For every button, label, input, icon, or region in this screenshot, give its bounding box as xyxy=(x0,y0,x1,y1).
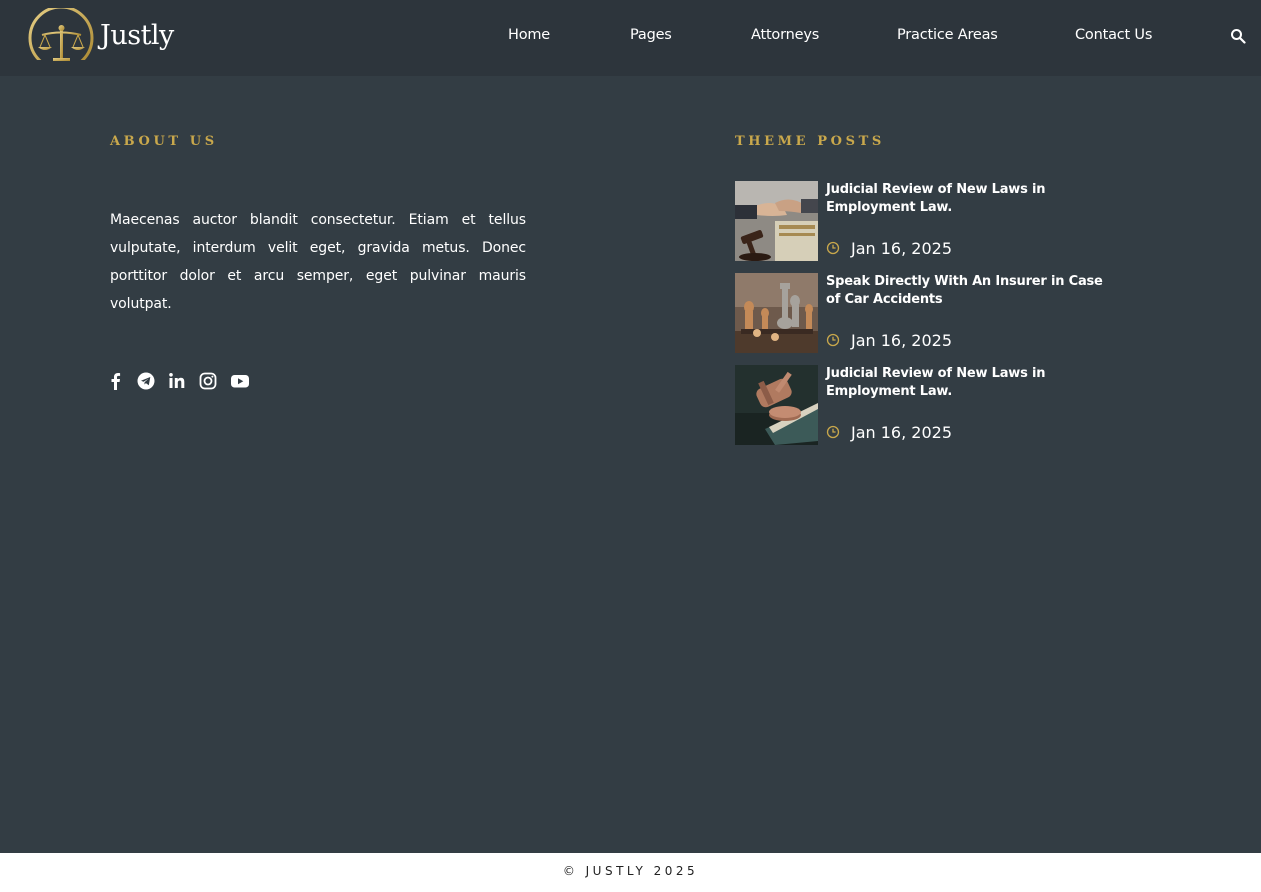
post-title[interactable]: Judicial Review of New Laws in Employmen… xyxy=(826,181,1116,217)
telegram-icon[interactable] xyxy=(136,371,156,391)
post-date: Jan 16, 2025 xyxy=(851,239,952,258)
facebook-icon[interactable] xyxy=(106,371,126,391)
clock-icon xyxy=(826,241,840,255)
nav-home[interactable]: Home xyxy=(508,27,550,43)
post-date: Jan 16, 2025 xyxy=(851,423,952,442)
about-heading: ABOUT US xyxy=(110,134,218,149)
linkedin-icon[interactable] xyxy=(167,371,187,391)
post-date: Jan 16, 2025 xyxy=(851,331,952,350)
instagram-icon[interactable] xyxy=(198,371,218,391)
post-title[interactable]: Judicial Review of New Laws in Employmen… xyxy=(826,365,1116,401)
footer-bar: © JUSTLY 2025 xyxy=(0,853,1261,892)
site-header: Justly Home Pages Attorneys Practice Are… xyxy=(0,0,1261,76)
posts-heading: THEME POSTS xyxy=(735,134,885,149)
copyright-text: © JUSTLY 2025 xyxy=(562,864,699,878)
post-title[interactable]: Speak Directly With An Insurer in Case o… xyxy=(826,273,1116,309)
post-item[interactable]: Judicial Review of New Laws in Employmen… xyxy=(735,181,1115,261)
site-logo[interactable]: Justly xyxy=(28,8,178,66)
post-item[interactable]: Judicial Review of New Laws in Employmen… xyxy=(735,365,1115,445)
nav-practice-areas[interactable]: Practice Areas xyxy=(897,27,998,43)
post-item[interactable]: Speak Directly With An Insurer in Case o… xyxy=(735,273,1115,353)
nav-attorneys[interactable]: Attorneys xyxy=(751,27,819,43)
brand-name: Justly xyxy=(100,20,174,51)
handshake-gavel-image xyxy=(735,181,818,261)
chess-pieces-image xyxy=(735,273,818,353)
clock-icon xyxy=(826,333,840,347)
about-text: Maecenas auctor blandit consectetur. Eti… xyxy=(110,212,526,312)
nav-contact-us[interactable]: Contact Us xyxy=(1075,27,1152,43)
youtube-icon[interactable] xyxy=(230,371,250,391)
search-icon[interactable] xyxy=(1230,28,1246,44)
clock-icon xyxy=(826,425,840,439)
gavel-books-image xyxy=(735,365,818,445)
nav-pages[interactable]: Pages xyxy=(630,27,672,43)
scales-of-justice-icon xyxy=(28,8,96,66)
